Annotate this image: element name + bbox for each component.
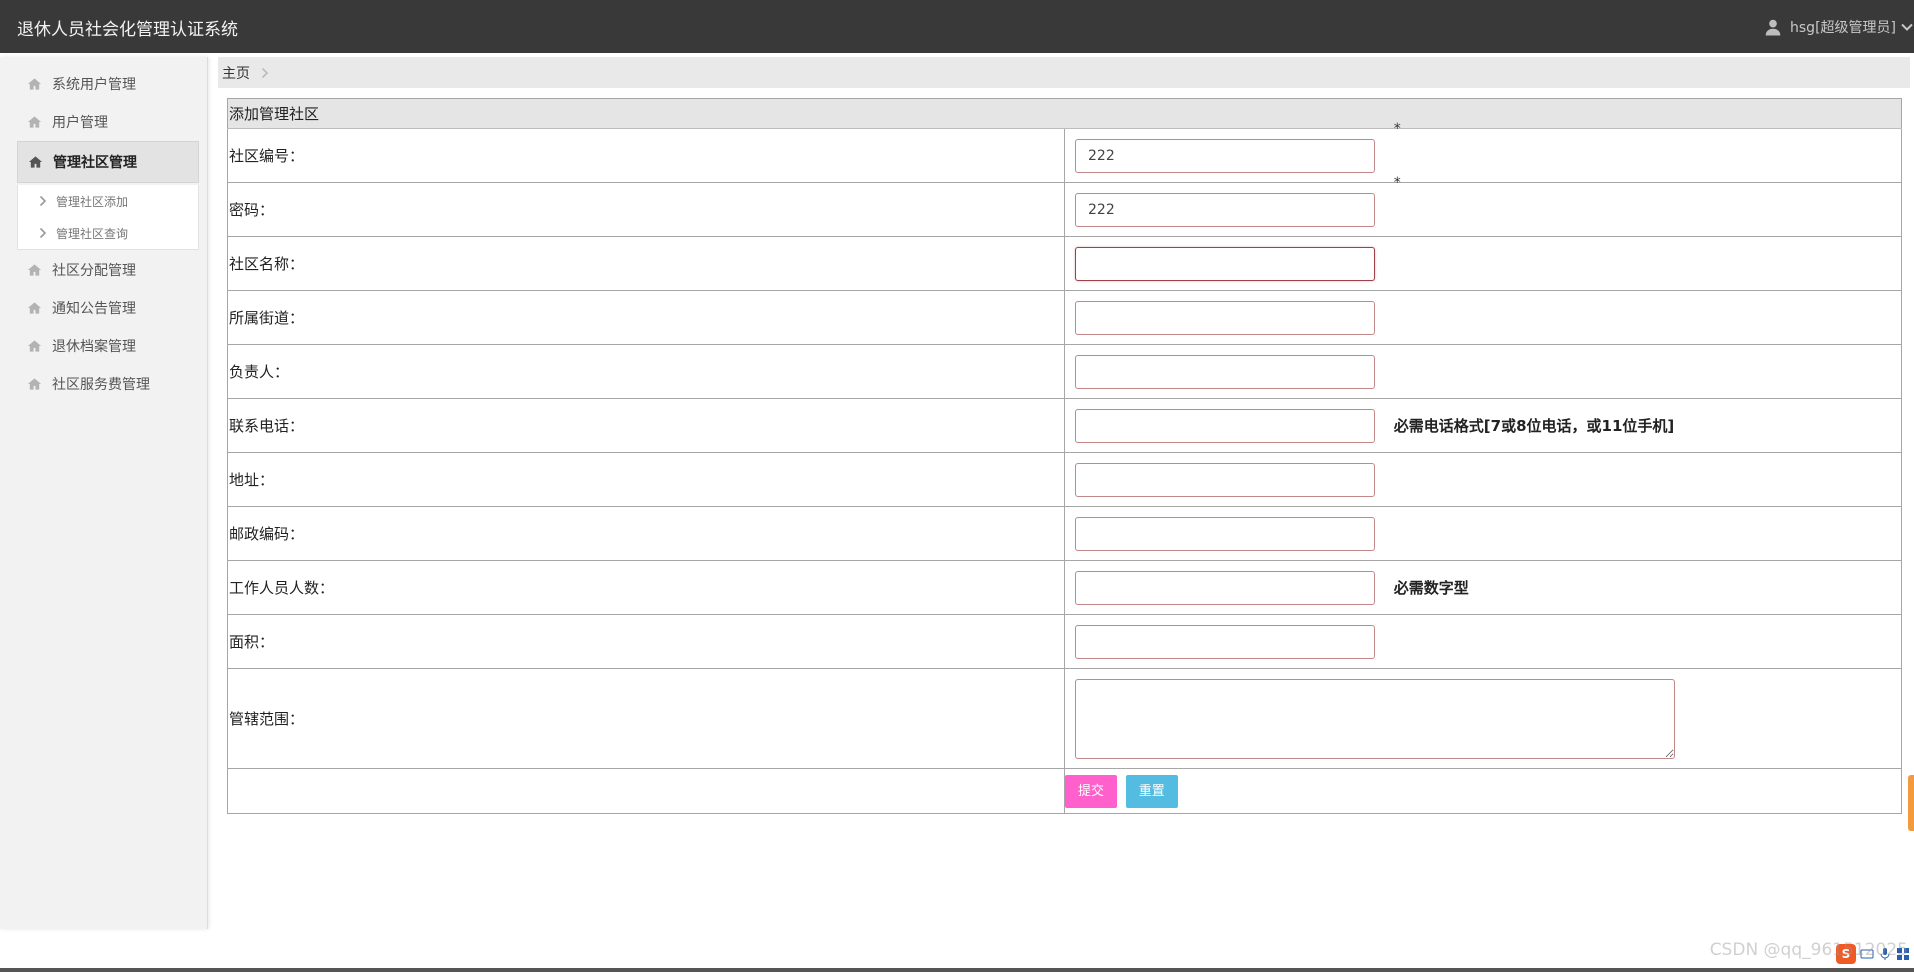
chevron-right-icon [39,195,47,207]
phone-format-hint: 必需电话格式[7或8位电话，或11位手机] [1393,417,1675,435]
form-row: 密码： * [227,175,1902,237]
field-label-staff-count: 工作人员人数： [227,560,1065,615]
field-label-community-name: 社区名称： [227,236,1065,291]
phone-input[interactable] [1075,408,1375,443]
field-label-street: 所属街道： [227,290,1065,345]
form-row: 邮政编码： [227,506,1902,561]
user-menu[interactable]: hsg[超级管理员] [1764,17,1914,37]
home-icon [27,378,42,390]
sidebar-submenu: 管理社区添加 管理社区查询 [17,185,199,250]
form-row: 工作人员人数： 必需数字型 [227,560,1902,615]
app-title: 退休人员社会化管理认证系统 [17,20,238,40]
sidebar-item-label: 系统用户管理 [52,77,136,93]
chevron-down-icon [1901,23,1913,31]
community-name-input[interactable] [1075,246,1375,281]
sidebar-subitem-label: 管理社区查询 [56,226,129,241]
sidebar-item-community-allocation[interactable]: 社区分配管理 [17,251,197,289]
required-mark: * [1393,174,1401,191]
sidebar-item-label: 用户管理 [52,115,108,131]
form-row: 社区编号： * [227,121,1902,183]
form-row: 地址： [227,452,1902,507]
add-community-form: 添加管理社区 社区编号： * 密码： * 社区名称： 所属街道： 负责人： 联系… [227,98,1902,814]
home-icon [28,156,43,168]
home-icon [27,340,42,352]
area-input[interactable] [1075,624,1375,659]
sidebar-item-system-users[interactable]: 系统用户管理 [17,65,197,103]
scroll-indicator[interactable] [1908,775,1914,831]
sidebar-subitem-query[interactable]: 管理社区查询 [18,217,198,249]
form-row: 面积： [227,614,1902,669]
field-label-password: 密码： [227,182,1065,237]
field-label-manager: 负责人： [227,344,1065,399]
user-icon [1765,19,1781,36]
sidebar-subitem-add[interactable]: 管理社区添加 [18,185,198,217]
sidebar-item-retirement-archives[interactable]: 退休档案管理 [17,327,197,365]
address-input[interactable] [1075,462,1375,497]
password-input[interactable] [1075,192,1375,227]
breadcrumb: 主页 [218,57,1910,88]
sidebar-item-community-admin[interactable]: 管理社区管理 [17,141,199,183]
community-id-input[interactable] [1075,138,1375,173]
chevron-right-icon [39,227,47,239]
sidebar-item-notices[interactable]: 通知公告管理 [17,289,197,327]
home-icon [27,264,42,276]
bottom-border [0,968,1914,972]
form-row: 管辖范围： [227,668,1902,769]
form-actions-row: 提交 重置 [227,768,1902,814]
field-label-community-id: 社区编号： [227,128,1065,183]
field-label-jurisdiction: 管辖范围： [227,668,1065,769]
form-row: 社区名称： [227,236,1902,291]
field-label-phone: 联系电话： [227,398,1065,453]
field-label-postcode: 邮政编码： [227,506,1065,561]
home-icon [27,302,42,314]
street-input[interactable] [1075,300,1375,335]
home-icon [27,116,42,128]
sidebar-item-label: 管理社区管理 [53,155,137,171]
sidebar-item-users[interactable]: 用户管理 [17,103,197,141]
reset-button[interactable]: 重置 [1125,774,1178,808]
sidebar-subitem-label: 管理社区添加 [56,194,129,209]
home-icon [27,78,42,90]
sidebar-item-label: 社区服务费管理 [52,377,150,393]
sidebar-item-label: 社区分配管理 [52,263,136,279]
top-bar: 退休人员社会化管理认证系统 hsg[超级管理员] [0,0,1914,53]
required-mark: * [1393,120,1401,137]
submit-button[interactable]: 提交 [1065,774,1118,808]
sidebar-item-label: 退休档案管理 [52,339,136,355]
manager-input[interactable] [1075,354,1375,389]
user-name: hsg[超级管理员] [1790,20,1896,36]
staff-count-input[interactable] [1075,570,1375,605]
field-label-address: 地址： [227,452,1065,507]
chevron-right-icon [261,67,269,78]
jurisdiction-textarea[interactable] [1075,678,1675,759]
form-row: 联系电话： 必需电话格式[7或8位电话，或11位手机] [227,398,1902,453]
sidebar-item-service-fees[interactable]: 社区服务费管理 [17,365,197,403]
form-title: 添加管理社区 [227,98,1902,129]
sidebar: 系统用户管理 用户管理 管理社区管理 管理社区添加 管理社区查询 社区分配管理 … [0,57,208,929]
numeric-hint: 必需数字型 [1393,579,1469,597]
form-row: 负责人： [227,344,1902,399]
field-label-area: 面积： [227,614,1065,669]
postcode-input[interactable] [1075,516,1375,551]
sidebar-item-label: 通知公告管理 [52,301,136,317]
watermark: CSDN @qq_961512025 [1709,940,1908,960]
form-row: 所属街道： [227,290,1902,345]
breadcrumb-home[interactable]: 主页 [222,63,250,83]
